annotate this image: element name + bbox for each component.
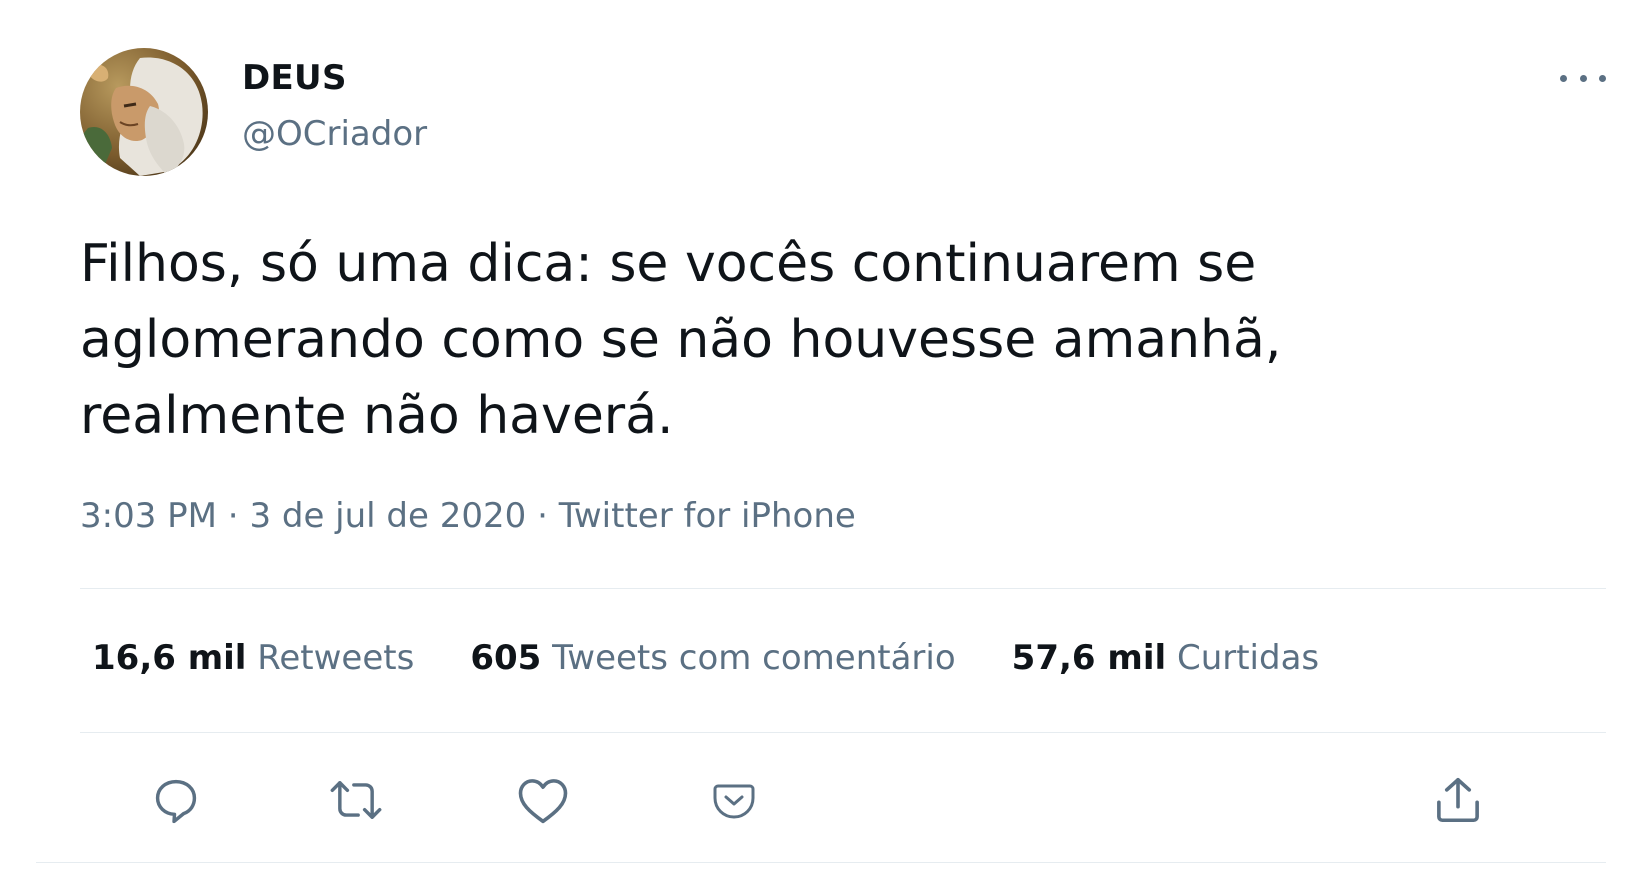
display-name[interactable]: DEUS [242, 58, 347, 98]
tweet-meta: 3:03 PM · 3 de jul de 2020 · Twitter for… [80, 496, 856, 536]
meta-separator: · [217, 496, 250, 536]
user-handle[interactable]: @OCriador [242, 114, 427, 154]
quotes-label: Tweets com comentário [552, 638, 956, 678]
share-button[interactable] [1428, 770, 1488, 830]
pocket-icon [713, 784, 755, 819]
avatar[interactable] [80, 48, 208, 176]
tweet-stats: 16,6 mil Retweets 605 Tweets com comentá… [92, 638, 1319, 678]
quotes-count: 605 [470, 638, 542, 678]
share-icon [1437, 777, 1479, 823]
more-icon [1560, 74, 1567, 82]
save-to-pocket-button[interactable] [704, 770, 764, 830]
likes-count: 57,6 mil [1011, 638, 1167, 678]
likes-label: Curtidas [1176, 638, 1320, 678]
tweet-source[interactable]: Twitter for iPhone [559, 496, 856, 536]
divider [80, 588, 1606, 589]
tweet-text: Filhos, só uma dica: se vocês continuare… [80, 234, 1282, 446]
reply-icon [155, 779, 197, 824]
like-button[interactable] [513, 770, 573, 830]
reply-button[interactable] [146, 770, 206, 830]
retweet-button[interactable] [326, 770, 386, 830]
retweet-icon [330, 781, 382, 819]
avatar-painting-icon [80, 48, 208, 176]
meta-separator: · [526, 496, 559, 536]
tweet-time[interactable]: 3:03 PM [80, 496, 217, 536]
more-button[interactable] [1560, 66, 1606, 90]
tweet-date[interactable]: 3 de jul de 2020 [249, 496, 526, 536]
divider [80, 732, 1606, 733]
tweet-card: DEUS @OCriador Filhos, só uma dica: se v… [0, 0, 1626, 870]
heart-icon [518, 779, 568, 824]
divider [36, 862, 1606, 863]
quotes-stat[interactable]: 605 Tweets com comentário [470, 638, 955, 678]
likes-stat[interactable]: 57,6 mil Curtidas [1012, 638, 1319, 678]
more-icon-dot [1579, 74, 1587, 82]
more-icon-dot [1599, 74, 1606, 82]
retweets-count: 16,6 mil [92, 638, 247, 678]
retweets-label: Retweets [257, 638, 415, 678]
retweets-stat[interactable]: 16,6 mil Retweets [92, 638, 414, 678]
